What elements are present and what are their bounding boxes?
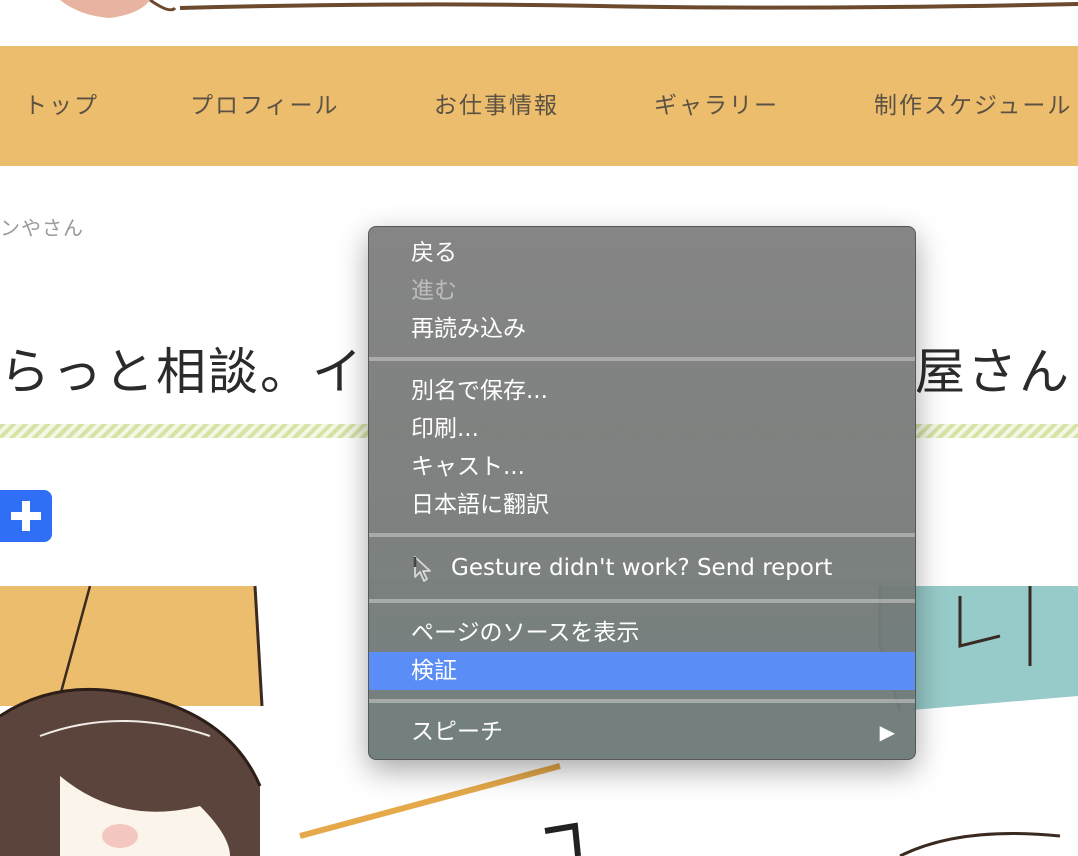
submenu-arrow-icon: ▶ (879, 720, 895, 744)
speech-label: スピーチ (411, 719, 503, 745)
menu-item-cast[interactable]: キャスト... (369, 448, 915, 486)
nav-item-gallery[interactable]: ギャラリー (654, 46, 779, 166)
nav-item-profile[interactable]: プロフィール (190, 46, 340, 166)
bookmark-add-button[interactable] (0, 490, 52, 542)
breadcrumb[interactable]: ンやさん (0, 212, 84, 241)
menu-item-inspect[interactable]: 検証 (369, 652, 915, 690)
cursor-gesture-icon (413, 556, 431, 582)
header-illustration (0, 0, 1078, 46)
menu-item-translate[interactable]: 日本語に翻訳 (369, 486, 915, 524)
gesture-report-label: Gesture didn't work? Send report (451, 555, 833, 581)
menu-separator (369, 533, 915, 537)
context-menu: 戻る 進む 再読み込み 別名で保存... 印刷... キャスト... 日本語に翻… (368, 226, 916, 760)
plus-icon (11, 501, 41, 531)
nav-item-schedule[interactable]: 制作スケジュール (874, 46, 1072, 166)
menu-item-print[interactable]: 印刷... (369, 410, 915, 448)
nav-item-top[interactable]: トップ (24, 46, 99, 166)
main-nav: トップ プロフィール お仕事情報 ギャラリー 制作スケジュール (0, 46, 1078, 166)
menu-item-forward[interactable]: 進む (369, 272, 915, 310)
article-title-right: 屋さん (915, 343, 1071, 401)
menu-separator (369, 357, 915, 361)
menu-item-gesture-report[interactable]: Gesture didn't work? Send report (369, 549, 915, 587)
menu-item-save-as[interactable]: 別名で保存... (369, 372, 915, 410)
menu-separator (369, 599, 915, 603)
article-title-left: らっと相談。イ (0, 343, 364, 401)
menu-item-view-source[interactable]: ページのソースを表示 (369, 614, 915, 652)
menu-item-reload[interactable]: 再読み込み (369, 310, 915, 348)
menu-item-speech[interactable]: スピーチ ▶ (369, 713, 915, 751)
menu-separator (369, 699, 915, 703)
nav-item-work-info[interactable]: お仕事情報 (434, 46, 559, 166)
menu-item-back[interactable]: 戻る (369, 234, 915, 272)
